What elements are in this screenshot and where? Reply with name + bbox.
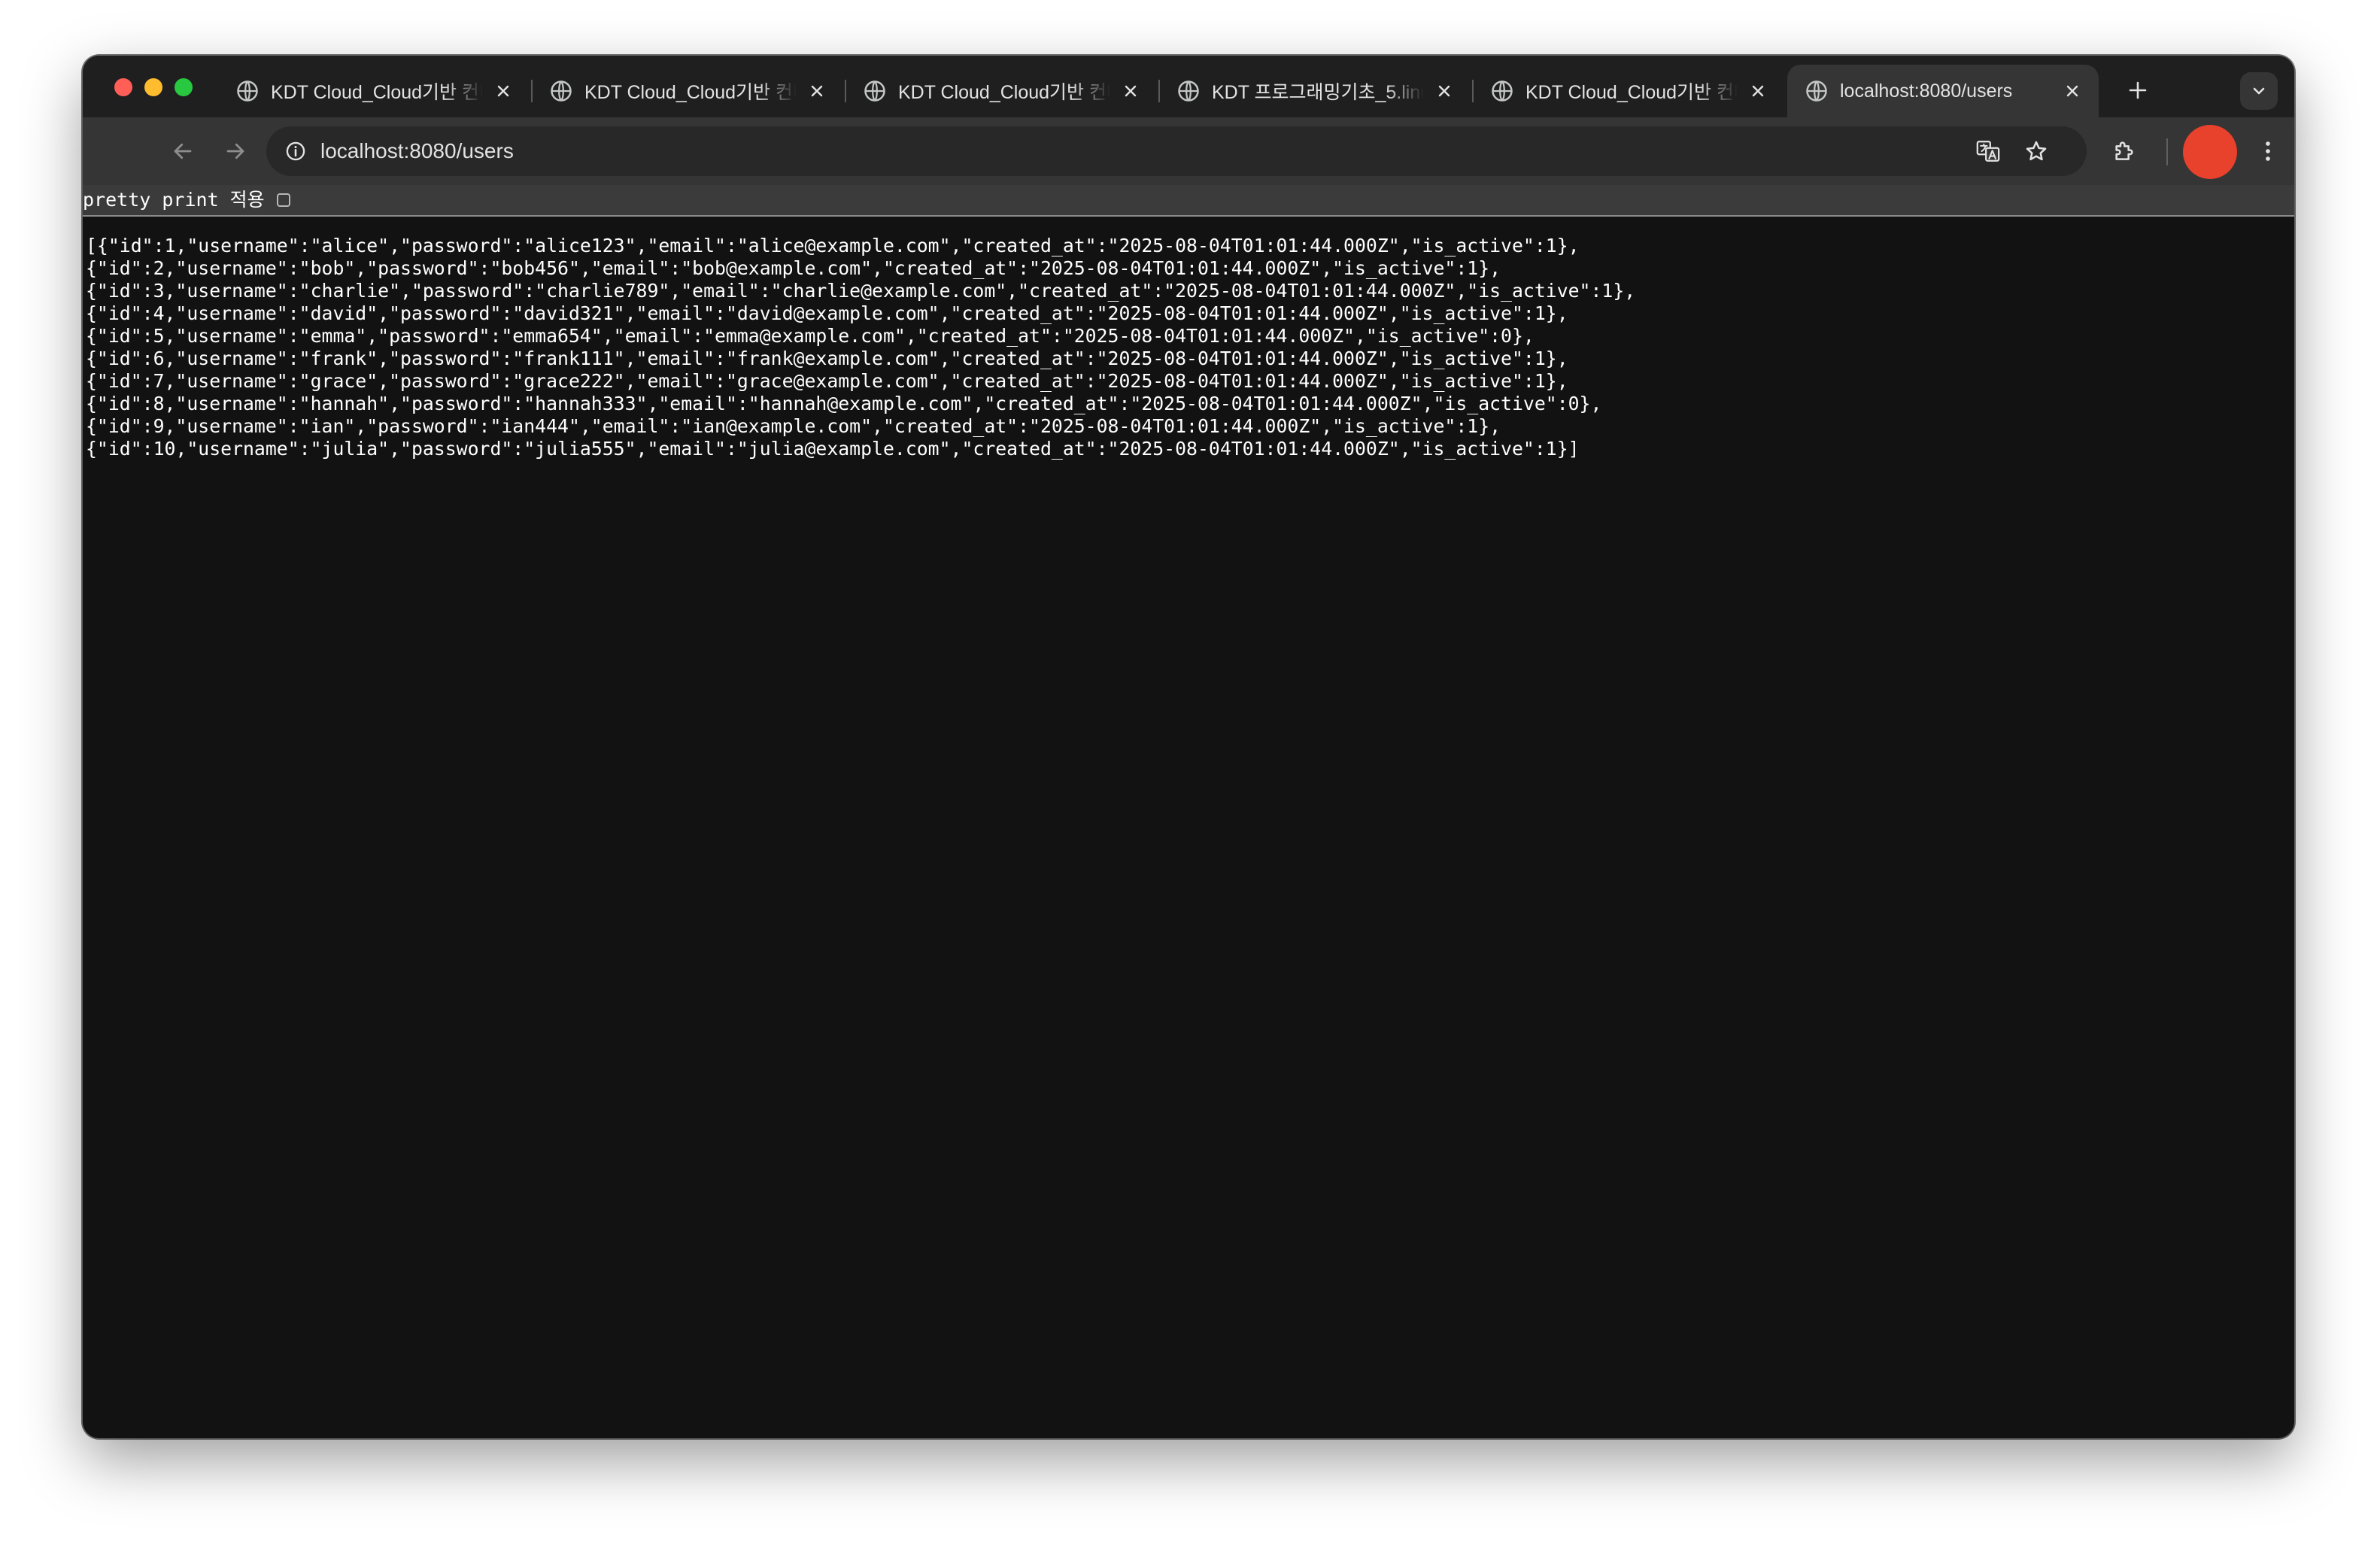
url-text[interactable]: localhost:8080/users (320, 126, 514, 176)
json-line: {"id":5,"username":"emma","password":"em… (86, 325, 1535, 347)
close-icon[interactable] (490, 78, 516, 104)
close-icon[interactable] (1118, 78, 1143, 104)
address-bar[interactable]: localhost:8080/users (266, 126, 2087, 176)
browser-tab-active[interactable]: localhost:8080/users (1787, 65, 2099, 117)
arrow-right-icon[interactable] (218, 134, 253, 168)
tab-title: KDT Cloud_Cloud기반 컨테이너 (271, 82, 483, 103)
puzzle-icon[interactable] (2106, 134, 2141, 168)
window-maximize-button[interactable] (175, 78, 193, 96)
tab-strip: KDT Cloud_Cloud기반 컨테이너 KDT Cloud_Cloud기반… (83, 56, 2294, 117)
close-icon[interactable] (804, 78, 830, 104)
tab-title: KDT 프로그래밍기초_5.linux (1212, 82, 1424, 103)
close-icon[interactable] (1745, 78, 1771, 104)
json-response: [{"id":1,"username":"alice","password":"… (86, 235, 1635, 460)
globe-icon (864, 80, 886, 102)
info-icon[interactable] (278, 134, 313, 168)
json-line: [{"id":1,"username":"alice","password":"… (86, 235, 1580, 256)
window-minimize-button[interactable] (144, 78, 162, 96)
globe-icon (550, 80, 572, 102)
browser-tab[interactable]: KDT Cloud_Cloud기반 컨테이너 (532, 65, 843, 117)
star-icon[interactable] (2019, 134, 2054, 168)
browser-tab[interactable]: KDT 프로그래밍기초_5.linux (1159, 65, 1471, 117)
json-line: {"id":3,"username":"charlie","password":… (86, 280, 1636, 302)
tab-title: KDT Cloud_Cloud기반 컨테이너 (898, 82, 1110, 103)
translate-icon[interactable] (1971, 134, 2005, 168)
globe-icon (1805, 80, 1828, 102)
plus-icon[interactable] (2123, 75, 2153, 105)
browser-toolbar: localhost:8080/users (83, 117, 2294, 185)
tab-title: KDT Cloud_Cloud기반 컨테이너 (584, 82, 797, 103)
window-close-button[interactable] (114, 78, 132, 96)
close-icon[interactable] (2060, 78, 2085, 104)
toolbar-separator (2166, 138, 2168, 165)
globe-icon (1491, 80, 1513, 102)
json-line: {"id":8,"username":"hannah","password":"… (86, 393, 1602, 414)
browser-tab[interactable]: KDT Cloud_Cloud기반 컨테이너 (1473, 65, 1784, 117)
pretty-print-checkbox[interactable] (277, 193, 290, 207)
globe-icon (236, 80, 259, 102)
browser-tab[interactable]: KDT Cloud_Cloud기반 컨테이너 (218, 65, 530, 117)
json-line: {"id":7,"username":"grace","password":"g… (86, 370, 1568, 392)
profile-avatar[interactable] (2183, 125, 2237, 179)
kebab-menu-icon[interactable] (2251, 134, 2285, 168)
tab-title: KDT Cloud_Cloud기반 컨테이너 (1525, 82, 1738, 103)
tab-title: localhost:8080/users (1840, 80, 2013, 102)
pretty-print-label: pretty print 적용 (83, 189, 265, 211)
browser-tab[interactable]: KDT Cloud_Cloud기반 컨테이너 (845, 65, 1157, 117)
json-viewer-bar: pretty print 적용 (83, 185, 2294, 217)
json-line: {"id":4,"username":"david","password":"d… (86, 302, 1568, 324)
json-line: {"id":2,"username":"bob","password":"bob… (86, 257, 1501, 279)
json-line: {"id":10,"username":"julia","password":"… (86, 438, 1580, 460)
close-icon[interactable] (1431, 78, 1457, 104)
page-content: [{"id":1,"username":"alice","password":"… (83, 217, 2294, 1438)
json-line: {"id":6,"username":"frank","password":"f… (86, 348, 1568, 369)
json-line: {"id":9,"username":"ian","password":"ian… (86, 415, 1501, 437)
browser-window: KDT Cloud_Cloud기반 컨테이너 KDT Cloud_Cloud기반… (83, 56, 2294, 1438)
chevron-down-icon[interactable] (2240, 72, 2278, 110)
arrow-left-icon[interactable] (165, 134, 200, 168)
globe-icon (1177, 80, 1200, 102)
